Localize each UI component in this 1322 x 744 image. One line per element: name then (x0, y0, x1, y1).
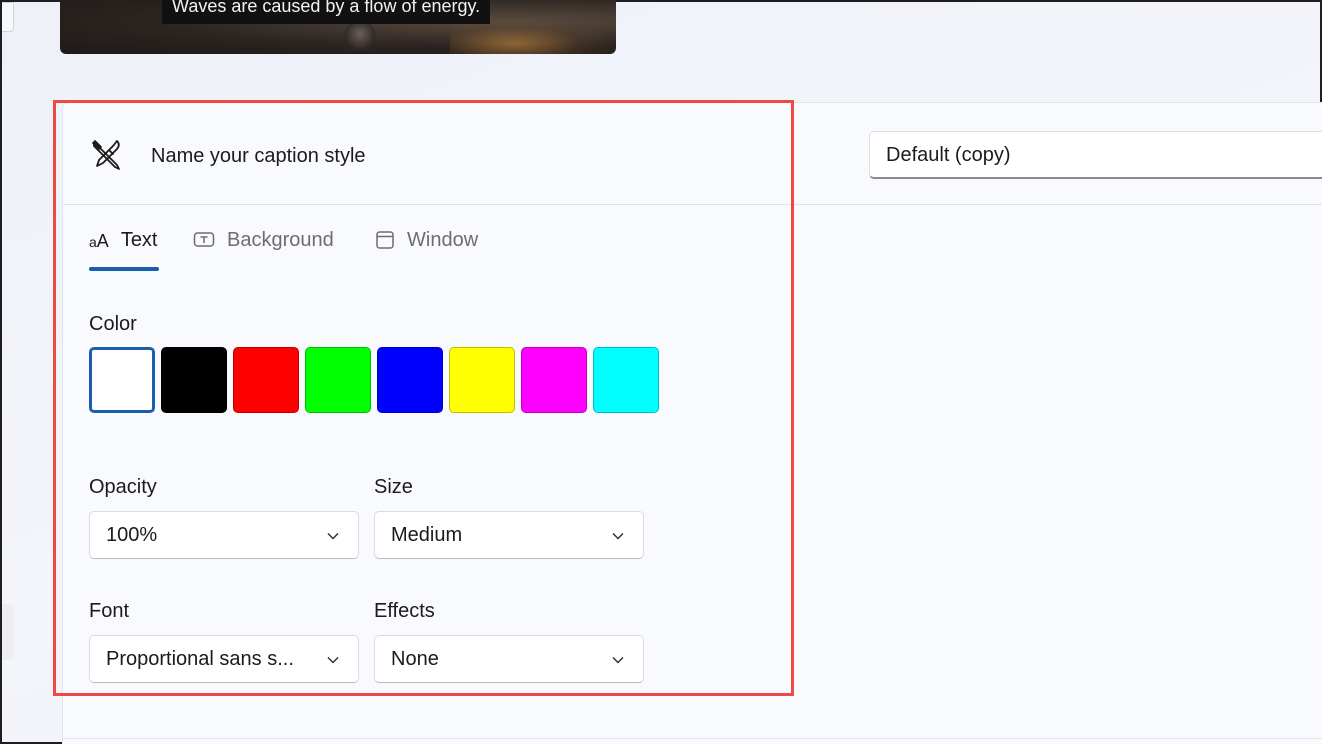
preview-caption-text: Waves are caused by a flow of energy. (162, 0, 491, 24)
tab-text[interactable]: aA Text (89, 229, 159, 275)
font-dropdown[interactable]: Proportional sans s... (89, 635, 359, 683)
size-dropdown[interactable]: Medium (374, 511, 644, 559)
text-box-icon (193, 232, 215, 247)
text-size-icon: aA (89, 231, 109, 251)
opacity-dropdown[interactable]: 100% (89, 511, 359, 559)
size-label: Size (374, 476, 413, 498)
font-value: Proportional sans s... (106, 648, 294, 670)
swatch-blue[interactable] (377, 347, 443, 413)
chevron-down-icon (612, 656, 624, 664)
caption-style-name-input[interactable]: Default (copy) (869, 131, 1322, 179)
tab-window-label: Window (407, 229, 479, 251)
font-label: Font (89, 600, 130, 622)
swatch-cyan[interactable] (593, 347, 659, 413)
swatch-yellow[interactable] (449, 347, 515, 413)
caption-style-card: Name your caption style Default (copy) a… (62, 102, 1322, 744)
chevron-down-icon (327, 532, 339, 540)
chevron-down-icon (327, 656, 339, 664)
tab-text-label: Text (120, 229, 158, 251)
left-scroll-handle-lower[interactable] (2, 604, 14, 660)
left-scroll-handle[interactable] (2, 2, 14, 32)
effects-dropdown[interactable]: None (374, 635, 644, 683)
tab-background[interactable]: Background (193, 229, 334, 275)
caption-preview: Waves are caused by a flow of energy. (60, 0, 616, 54)
swatch-magenta[interactable] (521, 347, 587, 413)
effects-label: Effects (374, 600, 435, 622)
selected-tab-indicator (89, 267, 159, 271)
tab-window[interactable]: Window (375, 229, 478, 275)
color-label: Color (89, 313, 137, 335)
card-divider (62, 738, 1322, 739)
effects-value: None (391, 648, 439, 670)
swatch-green[interactable] (305, 347, 371, 413)
chevron-down-icon (612, 532, 624, 540)
swatch-white[interactable] (89, 347, 155, 413)
preview-figure (345, 22, 375, 52)
tab-background-label: Background (227, 229, 334, 251)
size-value: Medium (391, 524, 463, 546)
pen-brush-icon (92, 140, 120, 170)
window-icon (376, 231, 394, 249)
swatch-black[interactable] (161, 347, 227, 413)
opacity-value: 100% (106, 524, 158, 546)
preview-light-glow (450, 20, 610, 54)
caption-style-name-label: Name your caption style (151, 145, 366, 167)
caption-style-name-row: Name your caption style Default (copy) (63, 103, 1322, 205)
swatch-red[interactable] (233, 347, 299, 413)
opacity-label: Opacity (89, 476, 157, 498)
